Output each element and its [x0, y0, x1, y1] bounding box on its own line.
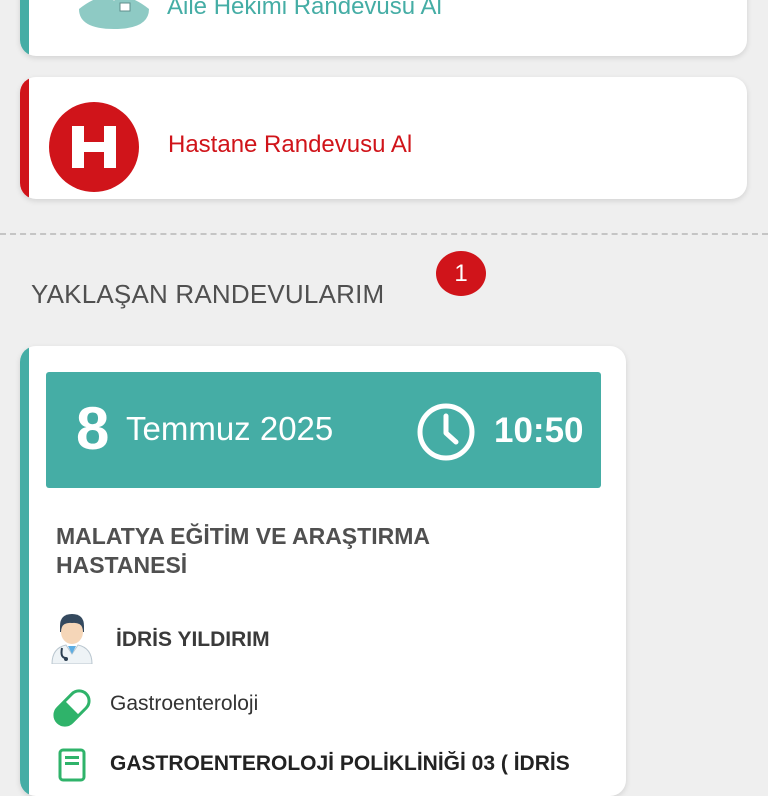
dashed-divider	[0, 233, 768, 235]
card-accent-stripe	[20, 77, 29, 199]
clinic-board-icon	[58, 748, 86, 782]
family-doctor-appointment-card[interactable]: Aile Hekimi Randevusu Al	[20, 0, 747, 56]
appointment-card[interactable]: 8 Temmuz 2025 10:50 MALATYA EĞİTİM VE AR…	[20, 346, 626, 796]
clinic-name: GASTROENTEROLOJİ POLİKLİNİĞİ 03 ( İDRİS	[110, 752, 570, 775]
appointment-date-box: 8 Temmuz 2025 10:50	[46, 372, 601, 488]
doctor-name: İDRİS YILDIRIM	[116, 628, 270, 651]
appointment-time: 10:50	[494, 411, 584, 450]
section-title: YAKLAŞAN RANDEVULARIM	[31, 279, 385, 309]
upcoming-count-badge: 1	[436, 251, 486, 296]
clock-icon	[417, 403, 475, 461]
appointment-day: 8	[76, 395, 110, 462]
family-doctor-label: Aile Hekimi Randevusu Al	[167, 0, 442, 20]
card-accent-stripe	[20, 0, 29, 56]
pill-icon	[53, 689, 91, 727]
hospital-label: Hastane Randevusu Al	[168, 131, 413, 158]
hospital-h-icon	[49, 102, 139, 192]
doctor-icon	[51, 614, 93, 664]
doctor-avatar-icon	[79, 0, 149, 29]
hospital-name: MALATYA EĞİTİM VE ARAŞTIRMA HASTANESİ	[56, 523, 430, 578]
appointment-month-year: Temmuz 2025	[126, 410, 334, 447]
card-accent-stripe	[20, 346, 29, 796]
hospital-appointment-card[interactable]: Hastane Randevusu Al	[20, 77, 747, 199]
department-name: Gastroenteroloji	[110, 692, 259, 715]
